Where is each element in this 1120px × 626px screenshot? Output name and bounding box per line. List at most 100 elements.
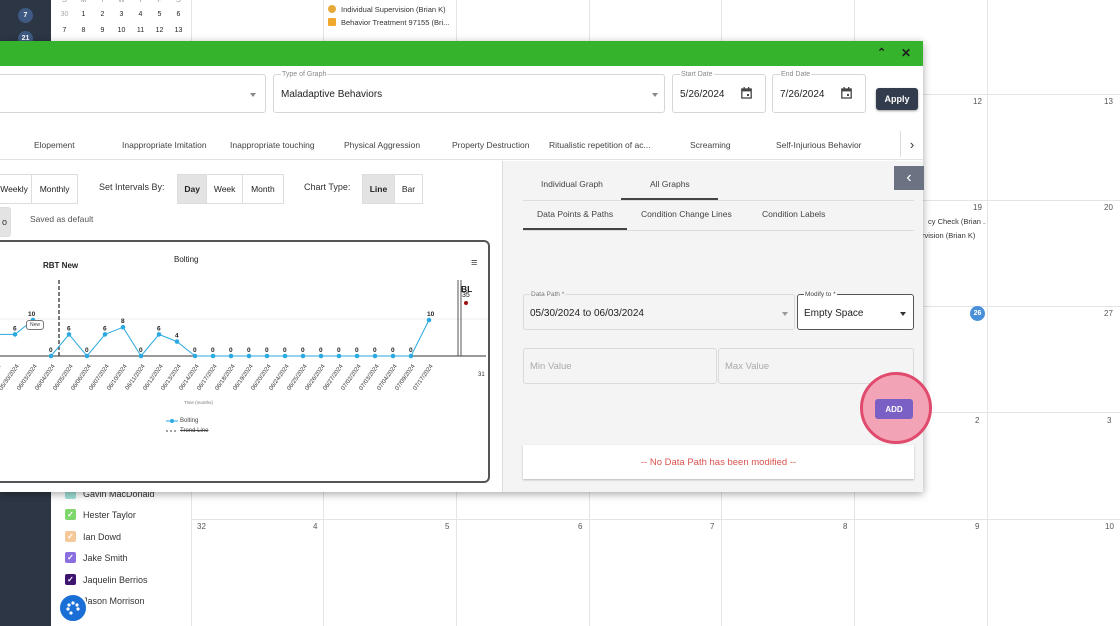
today-badge[interactable]: 26	[970, 306, 985, 321]
field-label: Data Path *	[530, 291, 566, 298]
data-point	[12, 332, 18, 337]
sidebar-badge[interactable]: 7	[18, 8, 33, 23]
calendar-event[interactable]: Behavior Treatment 97155 (Bri...	[328, 18, 449, 27]
tab-data-points-paths[interactable]: Data Points & Paths	[537, 209, 613, 219]
data-point	[102, 332, 108, 337]
tab-property-destruction[interactable]: Property Destruction	[452, 140, 529, 150]
field-value: 5/26/2024	[680, 89, 725, 100]
staff-item[interactable]: ✓ Ian Dowd	[65, 531, 121, 542]
data-point	[408, 353, 414, 359]
mini-day[interactable]: 9	[93, 27, 112, 34]
end-date-field[interactable]: End Date 7/26/2024	[772, 71, 866, 113]
tab-condition-labels[interactable]: Condition Labels	[762, 209, 825, 219]
staff-item[interactable]: ✓ Hester Taylor	[65, 509, 136, 520]
legend-item[interactable]: Bolting	[166, 418, 198, 424]
day-number: 5	[445, 522, 450, 531]
data-path-select[interactable]: Data Path * 05/30/2024 to 06/03/2024	[523, 291, 795, 330]
mini-day[interactable]: 12	[150, 27, 169, 34]
tab-physical-aggression[interactable]: Physical Aggression	[344, 140, 420, 150]
data-label: 0	[373, 347, 377, 354]
tab-elopement[interactable]: Elopement	[34, 140, 75, 150]
tab-inappropriate-imitation[interactable]: Inappropriate Imitation	[122, 140, 207, 150]
data-label: 6	[103, 325, 107, 332]
caret-icon	[250, 93, 256, 97]
phase-label: RBT New	[43, 261, 79, 270]
weekly-button[interactable]: Weekly	[0, 175, 33, 203]
close-icon[interactable]: ✕	[901, 46, 911, 60]
toggle-chip[interactable]: o	[0, 207, 11, 237]
mini-day[interactable]: 10	[112, 27, 131, 34]
calendar-icon[interactable]	[741, 87, 752, 99]
checkbox[interactable]: ✓	[65, 531, 76, 542]
mini-day[interactable]: 4	[131, 11, 150, 18]
staff-item[interactable]: ✓ Jaquelin Berrios	[65, 574, 148, 585]
field-value: Empty Space	[804, 308, 864, 319]
mini-day[interactable]: 6	[169, 11, 188, 18]
tab-condition-change-lines[interactable]: Condition Change Lines	[641, 209, 732, 219]
data-label: 0	[139, 347, 143, 354]
tab-screaming[interactable]: Screaming	[690, 140, 731, 150]
chart-type-label: Chart Type:	[304, 182, 351, 192]
bar-button[interactable]: Bar	[395, 175, 422, 203]
mini-day[interactable]: 13	[169, 27, 188, 34]
data-point	[372, 353, 378, 359]
data-label: 0	[319, 347, 323, 354]
checkbox[interactable]: ✓	[65, 574, 76, 585]
data-label: 6	[67, 325, 71, 332]
mini-day[interactable]: 30	[55, 11, 74, 18]
data-label: 0	[193, 347, 197, 354]
mini-day[interactable]: 3	[112, 11, 131, 18]
client-select[interactable]	[0, 74, 266, 113]
mini-day[interactable]: 5	[150, 11, 169, 18]
interval-toggle: Day Week Month	[177, 174, 284, 204]
collapse-panel-button[interactable]: ‹	[894, 166, 924, 190]
data-point	[282, 353, 288, 359]
mini-day[interactable]: 11	[131, 27, 150, 34]
tab-individual-graph[interactable]: Individual Graph	[541, 179, 603, 189]
monthly-button[interactable]: Monthly	[32, 175, 77, 203]
week-button[interactable]: Week	[207, 175, 243, 203]
staff-item[interactable]: ✓ Jake Smith	[65, 552, 128, 563]
chevron-right-icon[interactable]: ›	[900, 131, 923, 157]
hamburger-menu-icon[interactable]: ≡	[471, 257, 477, 269]
calendar-event[interactable]: cy Check (Brian ...	[928, 217, 986, 226]
mini-day[interactable]: 7	[55, 27, 74, 34]
mini-day[interactable]: 8	[74, 27, 93, 34]
weekday: M	[80, 0, 87, 4]
mini-day[interactable]: 1	[74, 11, 93, 18]
chevron-up-icon[interactable]: ⌃	[877, 46, 886, 59]
month-button[interactable]: Month	[243, 175, 283, 203]
data-point	[390, 353, 396, 359]
day-button[interactable]: Day	[178, 175, 208, 203]
min-value-input[interactable]: Min Value	[523, 348, 717, 384]
modify-to-select[interactable]: Modify to * Empty Space	[797, 291, 914, 330]
tab-inappropriate-touching[interactable]: Inappropriate touching	[230, 140, 315, 150]
tab-self-injurious-behavior[interactable]: Self-Injurious Behavior	[776, 140, 862, 150]
start-date-field[interactable]: Start Date 5/26/2024	[672, 71, 766, 113]
data-point	[336, 353, 342, 359]
help-fab-button[interactable]	[58, 593, 88, 623]
legend-item[interactable]: Trend Line	[166, 428, 208, 434]
tab-all-graphs[interactable]: All Graphs	[650, 179, 690, 189]
line-button[interactable]: Line	[363, 175, 395, 203]
checkbox[interactable]: ✓	[65, 552, 76, 563]
data-label: 4	[175, 333, 179, 340]
mini-day[interactable]: 2	[93, 11, 112, 18]
data-label: 6	[157, 325, 161, 332]
calendar-event[interactable]: rvision (Brian K)	[922, 231, 986, 240]
day-number: 10	[1105, 522, 1114, 531]
data-point	[318, 353, 324, 359]
calendar-icon[interactable]	[841, 87, 852, 99]
chart-type-toggle: Line Bar	[362, 174, 423, 204]
checkbox[interactable]: ✓	[65, 509, 76, 520]
person-icon	[328, 5, 336, 13]
add-button[interactable]: ADD	[875, 399, 913, 419]
apply-button[interactable]: Apply	[876, 88, 918, 110]
data-label: 8	[121, 318, 125, 325]
caret-icon	[782, 312, 788, 316]
weekday: T	[100, 0, 105, 4]
tab-ritualistic-repetition[interactable]: Ritualistic repetition of ac...	[549, 140, 651, 150]
calendar-event[interactable]: Individual Supervision (Brian K)	[328, 5, 446, 14]
field-label: Modify to *	[804, 291, 837, 298]
graph-type-select[interactable]: Type of Graph Maladaptive Behaviors	[273, 71, 665, 113]
